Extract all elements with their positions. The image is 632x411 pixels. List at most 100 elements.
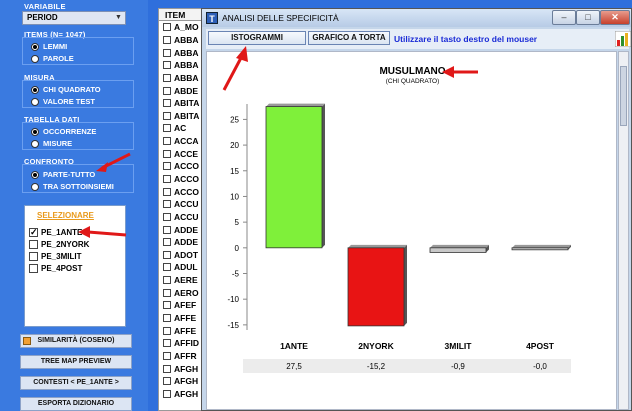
minimize-button[interactable]: – bbox=[552, 10, 576, 25]
checkbox-icon[interactable] bbox=[163, 377, 171, 386]
radio-label: MISURE bbox=[43, 139, 73, 148]
checkbox-icon[interactable] bbox=[163, 124, 171, 133]
checkbox-pe-4post[interactable]: PE_4POST bbox=[29, 263, 82, 274]
radio-label: TRA SOTTOINSIEMI bbox=[43, 182, 114, 191]
radio-misure[interactable]: MISURE bbox=[31, 138, 72, 149]
checkbox-icon[interactable] bbox=[163, 212, 171, 221]
list-item[interactable]: ABBA bbox=[159, 59, 207, 72]
list-item[interactable]: ABITA bbox=[159, 109, 207, 122]
grafico-torta-button[interactable]: GRAFICO A TORTA bbox=[308, 31, 390, 45]
list-item[interactable]: ABBA bbox=[159, 34, 207, 47]
list-item[interactable]: ADOT bbox=[159, 249, 207, 262]
checkbox-icon[interactable] bbox=[163, 314, 171, 323]
list-item[interactable]: ACCO bbox=[159, 173, 207, 186]
checkbox-icon[interactable] bbox=[163, 175, 171, 183]
checkbox-icon[interactable] bbox=[163, 149, 171, 158]
checkbox-icon[interactable] bbox=[163, 364, 171, 373]
list-item[interactable]: AFEF bbox=[159, 299, 207, 312]
list-item[interactable]: ACCO bbox=[159, 185, 207, 198]
item-label: ABBA bbox=[174, 72, 199, 83]
close-button[interactable]: ✕ bbox=[600, 10, 630, 25]
list-item[interactable]: AFFID bbox=[159, 337, 207, 350]
esporta-button[interactable]: ESPORTA DIZIONARIO bbox=[20, 397, 132, 411]
selezionare-title[interactable]: SELEZIONARE bbox=[37, 211, 94, 220]
radio-parole[interactable]: PAROLE bbox=[31, 53, 74, 64]
radio-parte-tutto[interactable]: PARTE-TUTTO bbox=[31, 169, 95, 180]
checkbox-icon[interactable] bbox=[163, 48, 171, 57]
list-item[interactable]: AFFE bbox=[159, 324, 207, 337]
checkbox-icon[interactable] bbox=[163, 301, 171, 310]
radio-tra-sottoinsiemi[interactable]: TRA SOTTOINSIEMI bbox=[31, 181, 114, 192]
checkbox-icon[interactable] bbox=[163, 35, 171, 44]
bar-side bbox=[404, 244, 407, 326]
checkbox-icon[interactable] bbox=[163, 111, 171, 120]
list-item[interactable]: ADDE bbox=[159, 236, 207, 249]
checkbox-icon[interactable] bbox=[163, 288, 171, 297]
contesti-button[interactable]: CONTESTI < PE_1ANTE > bbox=[20, 376, 132, 390]
list-item[interactable]: AC bbox=[159, 122, 207, 135]
list-item[interactable]: ABBA bbox=[159, 46, 207, 59]
variabile-select[interactable]: PERIOD ▼ bbox=[22, 11, 126, 25]
checkbox-icon[interactable] bbox=[163, 276, 171, 285]
radio-valore-test[interactable]: VALORE TEST bbox=[31, 96, 95, 107]
checkbox-icon[interactable] bbox=[163, 351, 171, 360]
window-titlebar[interactable]: T ANALISI DELLE SPECIFICITÀ – □ ✕ bbox=[202, 9, 631, 27]
checkbox-icon[interactable] bbox=[163, 86, 171, 95]
radio-chi-quadrato[interactable]: CHI QUADRATO bbox=[31, 84, 101, 95]
list-item[interactable]: A_MO bbox=[159, 21, 207, 34]
analisi-window: T ANALISI DELLE SPECIFICITÀ – □ ✕ ISTOGR… bbox=[201, 8, 632, 411]
similarity-icon bbox=[23, 337, 31, 345]
checkbox-icon[interactable] bbox=[163, 326, 171, 335]
list-item[interactable]: ACCE bbox=[159, 147, 207, 160]
list-item[interactable]: AFFR bbox=[159, 350, 207, 363]
list-item[interactable]: ABITA bbox=[159, 97, 207, 110]
checkbox-icon[interactable] bbox=[163, 99, 171, 108]
checkbox-icon[interactable] bbox=[163, 263, 171, 272]
checkbox-icon[interactable] bbox=[163, 339, 171, 348]
checkbox-pe-1ante[interactable]: ✓ PE_1ANTE bbox=[29, 227, 82, 238]
list-item[interactable]: ADUL bbox=[159, 261, 207, 274]
radio-lemmi[interactable]: LEMMI bbox=[31, 41, 67, 52]
checkbox-pe-2nyork[interactable]: PE_2NYORK bbox=[29, 239, 89, 250]
radio-label: VALORE TEST bbox=[43, 97, 95, 106]
list-item[interactable]: AFGH bbox=[159, 362, 207, 375]
checkbox-icon[interactable] bbox=[163, 61, 171, 70]
vertical-scrollbar[interactable] bbox=[618, 51, 629, 410]
list-item[interactable]: ACCA bbox=[159, 135, 207, 148]
list-item[interactable]: ACCU bbox=[159, 211, 207, 224]
checkbox-icon[interactable] bbox=[163, 250, 171, 259]
istogrammi-button[interactable]: ISTOGRAMMI bbox=[208, 31, 306, 45]
list-item[interactable]: AFFE bbox=[159, 312, 207, 325]
list-item[interactable]: ADDE bbox=[159, 223, 207, 236]
checkbox-icon[interactable] bbox=[163, 162, 171, 171]
radio-occorrenze[interactable]: OCCORRENZE bbox=[31, 126, 96, 137]
bar bbox=[429, 247, 487, 253]
chart-icon[interactable] bbox=[615, 31, 631, 47]
checkbox-icon[interactable] bbox=[163, 225, 171, 234]
checkbox-icon[interactable] bbox=[163, 389, 171, 398]
checkbox-icon[interactable] bbox=[163, 187, 171, 196]
checkbox-pe-3milit[interactable]: PE_3MILIT bbox=[29, 251, 81, 262]
checkbox-icon[interactable] bbox=[163, 238, 171, 247]
checkbox-icon[interactable] bbox=[163, 137, 171, 146]
list-item[interactable]: AERO bbox=[159, 286, 207, 299]
list-item[interactable]: ACCU bbox=[159, 198, 207, 211]
checkbox-icon bbox=[29, 240, 38, 249]
list-item[interactable]: AERE bbox=[159, 274, 207, 287]
checkbox-icon[interactable] bbox=[163, 73, 171, 82]
list-item[interactable]: AFGH bbox=[159, 375, 207, 388]
list-item[interactable]: ABDE bbox=[159, 84, 207, 97]
checkbox-icon[interactable] bbox=[163, 200, 171, 209]
list-item[interactable]: ABBA bbox=[159, 72, 207, 85]
scrollbar-thumb[interactable] bbox=[620, 66, 627, 126]
item-column-header[interactable]: ITEM bbox=[159, 9, 207, 21]
radio-label: OCCORRENZE bbox=[43, 127, 97, 136]
list-item[interactable]: AFGH bbox=[159, 388, 207, 401]
bar bbox=[511, 247, 569, 251]
item-label: ABDE bbox=[174, 85, 199, 96]
similarita-button[interactable]: SIMILARITÀ (COSENO) bbox=[20, 334, 132, 348]
list-item[interactable]: ACCO bbox=[159, 160, 207, 173]
checkbox-icon[interactable] bbox=[163, 23, 171, 32]
tree-map-button[interactable]: TREE MAP PREVIEW bbox=[20, 355, 132, 369]
maximize-button[interactable]: □ bbox=[576, 10, 600, 25]
